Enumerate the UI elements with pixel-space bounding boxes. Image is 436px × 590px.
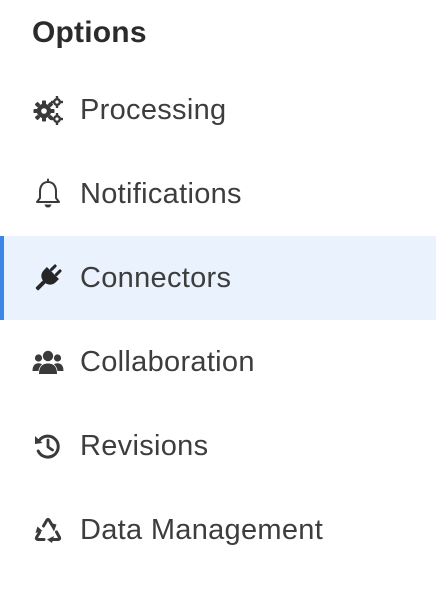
history-icon bbox=[32, 430, 64, 462]
menu-item-label: Connectors bbox=[80, 261, 232, 294]
menu-item-label: Data Management bbox=[80, 513, 324, 546]
menu-item-revisions[interactable]: Revisions bbox=[0, 404, 436, 488]
cogs-icon bbox=[32, 94, 64, 126]
menu-item-data-management[interactable]: Data Management bbox=[0, 488, 436, 572]
menu-item-connectors[interactable]: Connectors bbox=[0, 236, 436, 320]
menu-item-label: Notifications bbox=[80, 177, 242, 210]
menu-item-collaboration[interactable]: Collaboration bbox=[0, 320, 436, 404]
menu-item-processing[interactable]: Processing bbox=[0, 68, 436, 152]
plug-icon bbox=[32, 262, 64, 294]
menu-item-label: Revisions bbox=[80, 429, 209, 462]
menu-item-label: Collaboration bbox=[80, 345, 255, 378]
bell-icon bbox=[32, 178, 64, 210]
menu-item-label: Processing bbox=[80, 93, 227, 126]
menu-item-notifications[interactable]: Notifications bbox=[0, 152, 436, 236]
users-icon bbox=[32, 346, 64, 378]
options-title: Options bbox=[32, 16, 147, 49]
options-menu: Processing Notifications Connectors Coll… bbox=[0, 68, 436, 572]
recycle-icon bbox=[32, 514, 64, 546]
